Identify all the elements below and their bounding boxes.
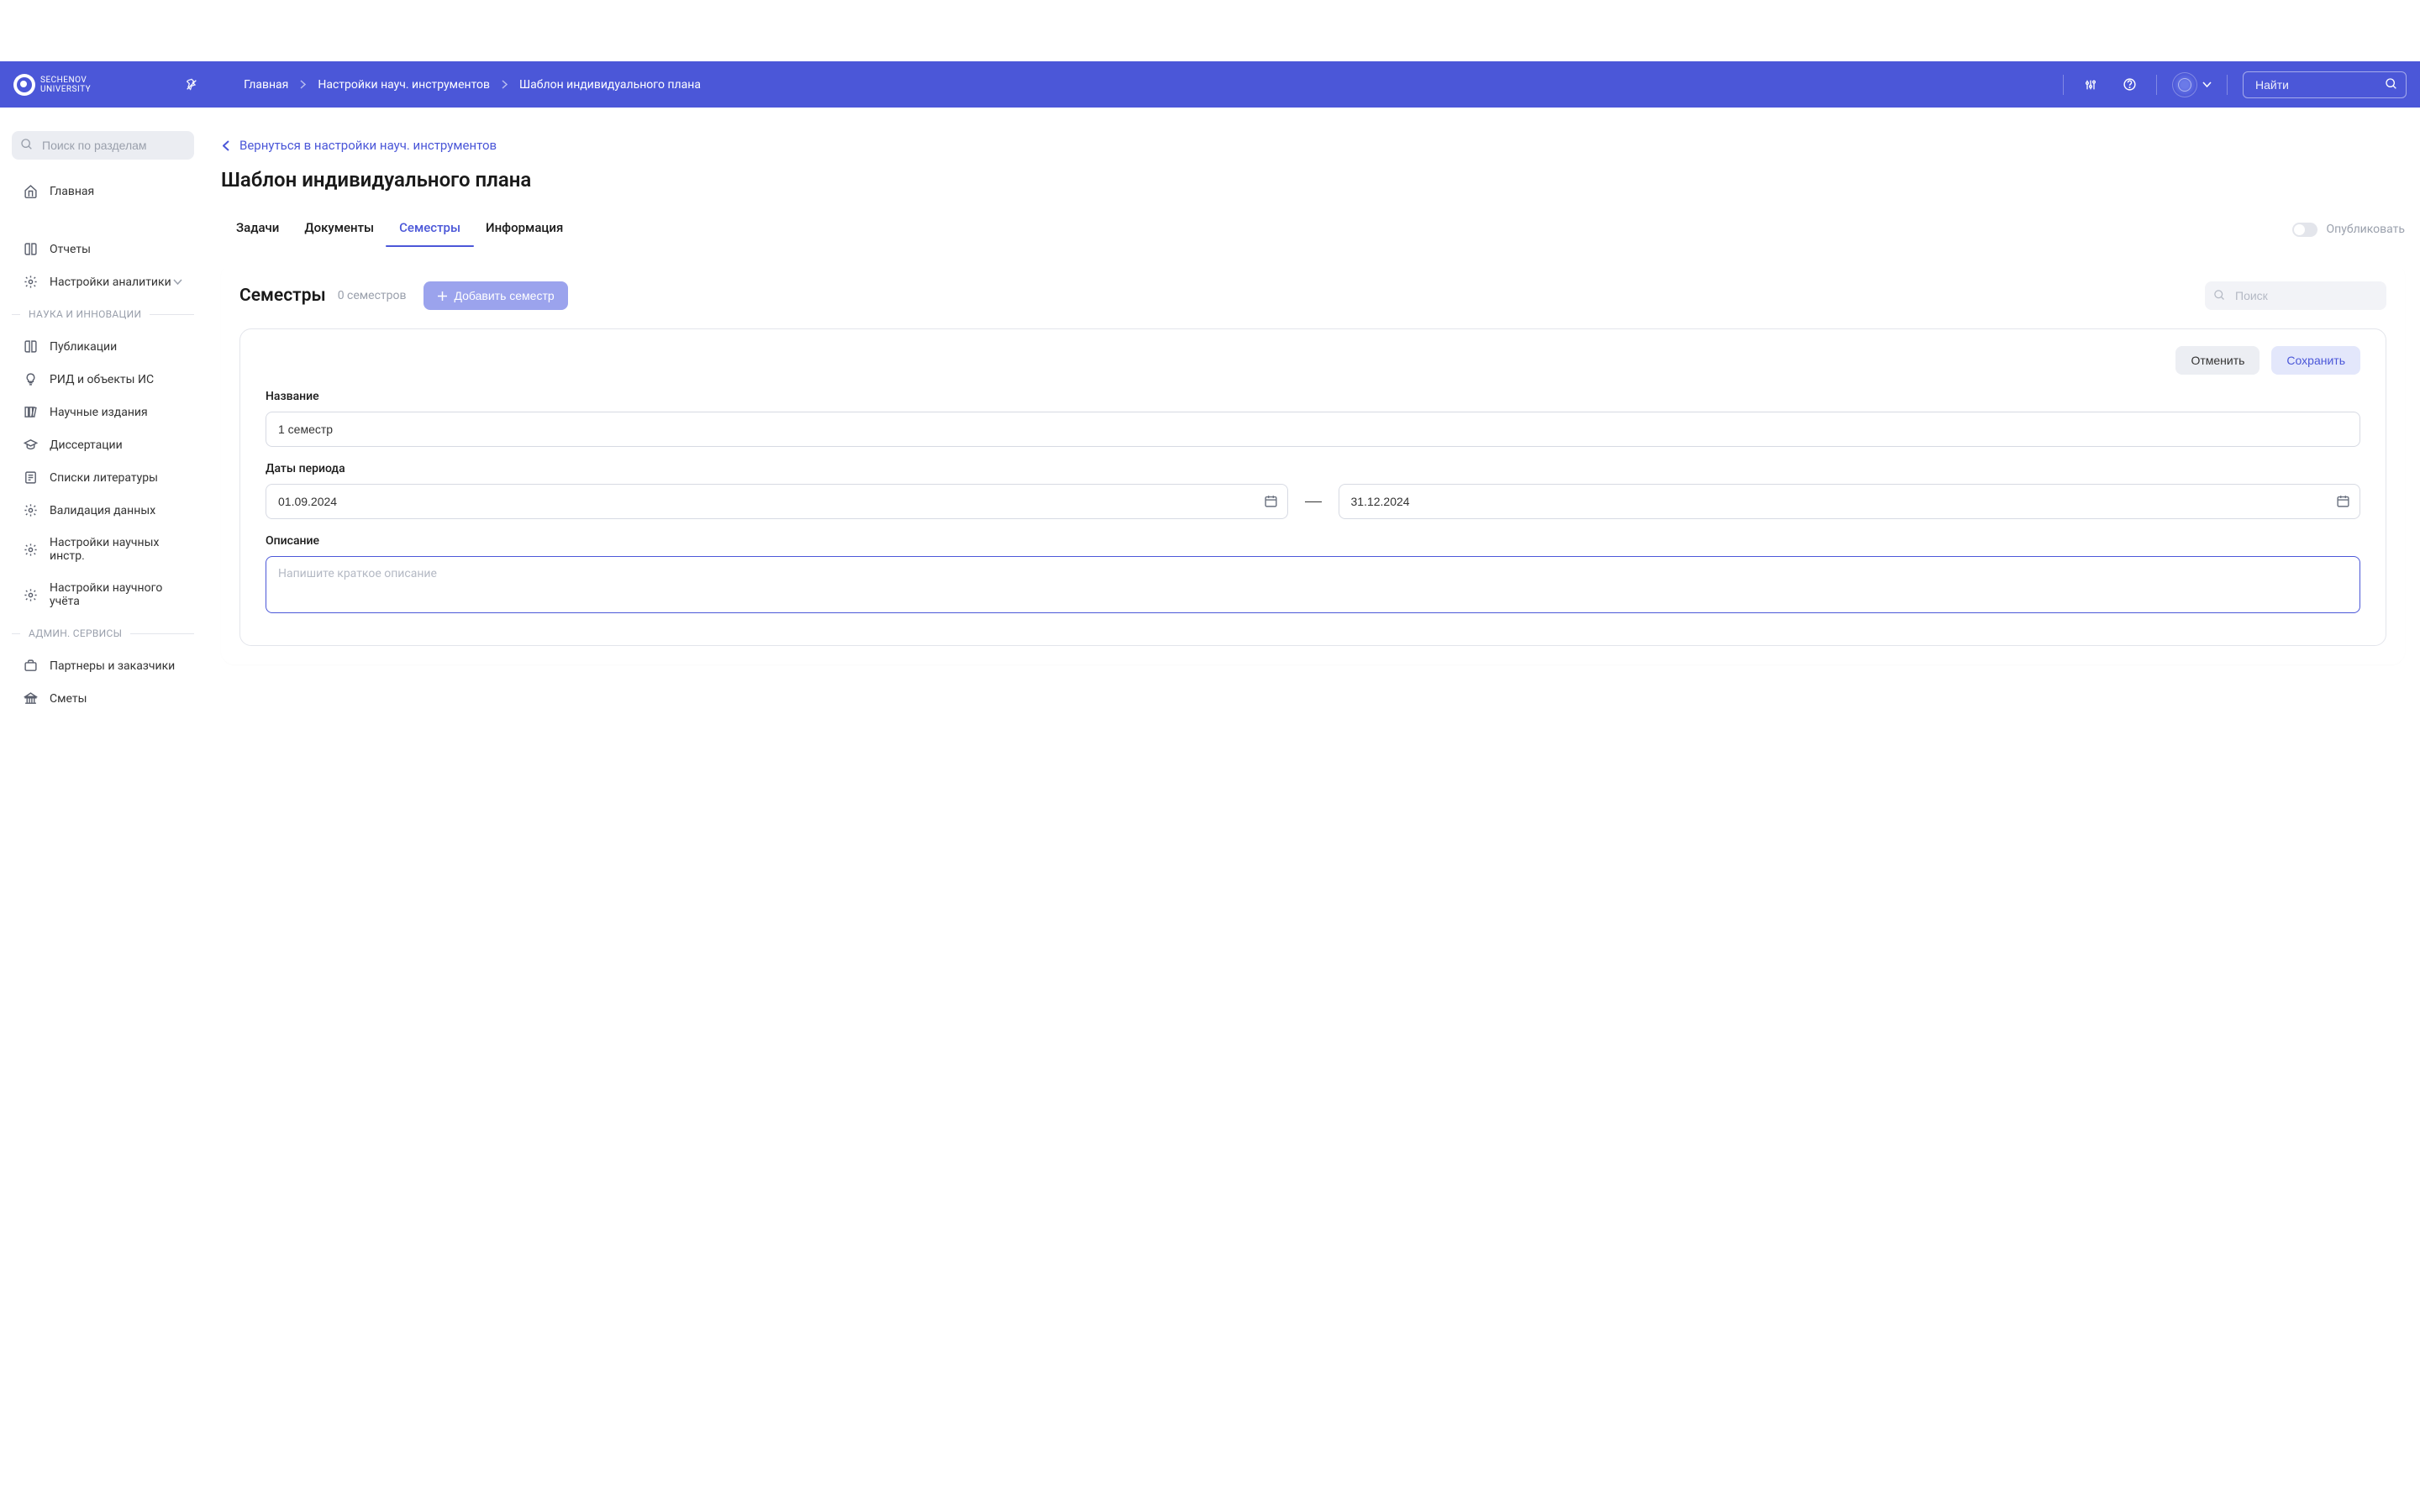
publish-toggle-wrap: Опубликовать	[2292, 223, 2405, 237]
back-link[interactable]: Вернуться в настройки науч. инструментов	[221, 138, 2405, 153]
calendar-icon[interactable]	[1264, 494, 1278, 508]
breadcrumb-item: Шаблон индивидуального плана	[519, 78, 701, 92]
sidebar-item-journals[interactable]: Научные издания	[0, 396, 206, 428]
pin-icon[interactable]	[180, 73, 203, 97]
publish-label: Опубликовать	[2326, 223, 2405, 236]
card-title: Семестры	[239, 286, 326, 306]
chevron-right-icon	[300, 80, 306, 89]
card-search-input[interactable]	[2205, 281, 2386, 310]
sidebar-item-budgets[interactable]: Сметы	[0, 682, 206, 715]
search-icon	[2385, 77, 2398, 91]
calendar-icon[interactable]	[2336, 494, 2350, 508]
date-range-separator	[1305, 501, 1322, 502]
tab-documents[interactable]: Документы	[304, 212, 374, 247]
search-icon	[20, 138, 34, 151]
global-search	[2243, 71, 2407, 98]
form-actions: Отменить Сохранить	[266, 346, 2360, 375]
sidebar-section-science: НАУКА И ИННОВАЦИИ	[0, 298, 206, 330]
date-end-input[interactable]	[1339, 484, 2361, 519]
avatar	[2172, 72, 2197, 97]
tabs-row: Задачи Документы Семестры Информация Опу…	[221, 212, 2405, 248]
date-row	[266, 484, 2360, 519]
gear-icon	[24, 503, 38, 517]
search-icon	[2213, 289, 2226, 302]
tab-tasks[interactable]: Задачи	[236, 212, 279, 247]
sidebar-item-sci-accounting[interactable]: Настройки научного учёта	[0, 572, 206, 617]
publish-toggle[interactable]	[2292, 223, 2317, 237]
sidebar-item-reports[interactable]: Отчеты	[0, 233, 206, 265]
sidebar: Главная Отчеты Настройки аналитики НАУКА…	[0, 108, 206, 732]
user-menu[interactable]	[2172, 72, 2212, 97]
add-semester-button[interactable]: Добавить семестр	[424, 281, 568, 310]
sidebar-item-publications[interactable]: Публикации	[0, 330, 206, 363]
sidebar-search-input[interactable]	[12, 131, 194, 160]
sidebar-item-validation[interactable]: Валидация данных	[0, 494, 206, 527]
breadcrumb-item[interactable]: Главная	[244, 78, 288, 92]
cancel-button[interactable]: Отменить	[2175, 346, 2260, 375]
description-textarea[interactable]	[266, 556, 2360, 613]
gear-icon	[24, 543, 38, 557]
chevron-right-icon	[502, 80, 508, 89]
sidebar-search	[12, 131, 194, 160]
book-icon	[24, 242, 38, 256]
save-button[interactable]: Сохранить	[2271, 346, 2360, 375]
name-input[interactable]	[266, 412, 2360, 447]
logo[interactable]: SECHENOV UNIVERSITY	[8, 74, 96, 96]
book-icon	[24, 339, 38, 354]
date-start-input[interactable]	[266, 484, 1288, 519]
sidebar-item-analytics[interactable]: Настройки аналитики	[0, 265, 206, 298]
semester-form: Отменить Сохранить Название Даты периода	[239, 328, 2386, 646]
global-search-input[interactable]	[2243, 71, 2407, 98]
chevron-left-icon	[223, 140, 229, 151]
dates-label: Даты периода	[266, 462, 2360, 475]
bank-icon	[24, 691, 38, 706]
books-icon	[24, 405, 38, 419]
help-icon[interactable]	[2118, 73, 2141, 97]
home-icon	[24, 184, 38, 198]
briefcase-icon	[24, 659, 38, 673]
card-header: Семестры 0 семестров Добавить семестр	[239, 281, 2386, 310]
sidebar-item-partners[interactable]: Партнеры и заказчики	[0, 649, 206, 682]
logo-icon	[13, 74, 35, 96]
logo-text: SECHENOV UNIVERSITY	[40, 76, 91, 94]
card-count: 0 семестров	[338, 289, 407, 302]
gear-icon	[24, 588, 38, 602]
sidebar-section-admin: АДМИН. СЕРВИСЫ	[0, 617, 206, 649]
main-content: Вернуться в настройки науч. инструментов…	[206, 108, 2420, 732]
plus-icon	[437, 291, 448, 302]
tab-info[interactable]: Информация	[486, 212, 563, 247]
chevron-down-icon	[173, 279, 182, 285]
topbar: SECHENOV UNIVERSITY Главная Настройки на…	[0, 61, 2420, 108]
sidebar-item-rid[interactable]: РИД и объекты ИС	[0, 363, 206, 396]
lightbulb-icon	[24, 372, 38, 386]
tab-semesters[interactable]: Семестры	[399, 212, 460, 247]
sidebar-item-home[interactable]: Главная	[0, 175, 206, 207]
semesters-card: Семестры 0 семестров Добавить семестр От…	[221, 263, 2405, 664]
page-title: Шаблон индивидуального плана	[221, 168, 2405, 192]
sidebar-item-dissertations[interactable]: Диссертации	[0, 428, 206, 461]
name-label: Название	[266, 390, 2360, 403]
topbar-actions	[2063, 72, 2228, 97]
sidebar-item-literature[interactable]: Списки литературы	[0, 461, 206, 494]
blank-top-region	[0, 0, 2420, 61]
sidebar-item-sci-tools[interactable]: Настройки научных инстр.	[0, 527, 206, 572]
breadcrumb-item[interactable]: Настройки науч. инструментов	[318, 78, 490, 92]
graduation-icon	[24, 438, 38, 452]
tabs: Задачи Документы Семестры Информация	[221, 212, 563, 247]
card-search	[2205, 281, 2386, 310]
chevron-down-icon	[2202, 81, 2212, 87]
list-icon	[24, 470, 38, 485]
gear-icon	[24, 275, 38, 289]
breadcrumb: Главная Настройки науч. инструментов Шаб…	[244, 78, 701, 92]
settings-sliders-icon[interactable]	[2079, 73, 2102, 97]
description-label: Описание	[266, 534, 2360, 548]
